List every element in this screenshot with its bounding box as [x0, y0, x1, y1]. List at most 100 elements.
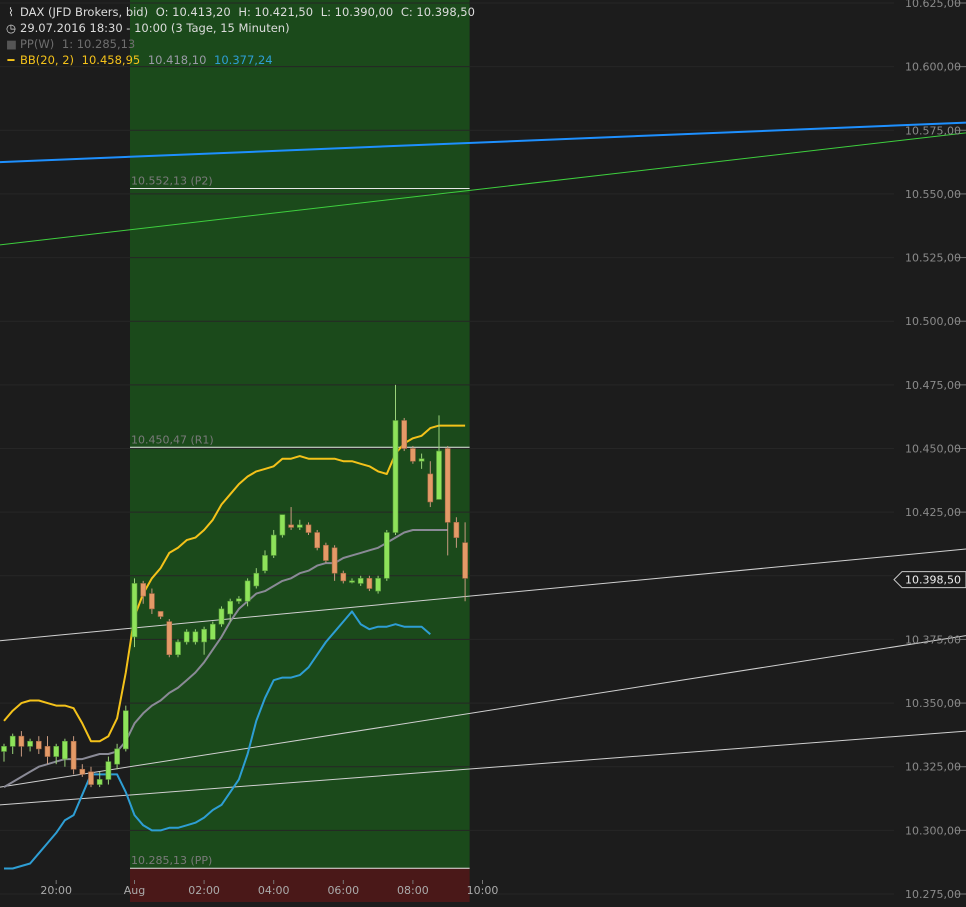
candle[interactable] — [401, 417, 408, 452]
candle-body — [462, 542, 468, 579]
candle-body — [210, 623, 216, 640]
candle-body — [418, 458, 425, 462]
clock-icon: ◷ — [6, 21, 17, 35]
candlestick-chart[interactable]: 10.552,13 (P2) 10.450,47 (R1) 10.285,13 (P… — [0, 0, 966, 902]
instrument-header: ⌇ DAX (JFD Brokers, bid) O: 10.413,20 H: … — [6, 5, 479, 19]
y-tick-label: 10.625,00 — [905, 0, 961, 10]
bollinger-mid-value: 10.418,10 — [147, 53, 207, 67]
pivot-label: 10.450,47 (R1) — [131, 433, 214, 446]
candle-body — [149, 593, 155, 610]
y-tick-label: 10.550,00 — [905, 188, 961, 201]
candle[interactable] — [366, 575, 373, 592]
pivot-label: 10.285,13 (PP) — [131, 854, 212, 867]
candle[interactable] — [314, 529, 321, 551]
candle-body — [70, 740, 77, 770]
candle-body — [183, 631, 190, 643]
x-tick-label: 20:00 — [40, 884, 72, 897]
x-tick-label: 06:00 — [327, 884, 359, 897]
candle-body — [253, 572, 260, 587]
candle-body — [357, 578, 364, 584]
high-value: H: 10.421,50 — [238, 5, 314, 19]
candle-body — [383, 532, 390, 579]
candle-body — [62, 740, 68, 760]
y-tick-label: 10.500,00 — [905, 315, 961, 328]
period-row: ◷ 29.07.2016 18:30 - 10:00 (3 Tage, 15 Mi… — [6, 21, 294, 35]
candle-body — [323, 544, 329, 561]
candle-body — [218, 608, 225, 625]
candle-body — [305, 524, 312, 533]
candle[interactable] — [383, 529, 390, 581]
bollinger-line-icon: ━ — [7, 53, 15, 67]
bollinger-upper-value: 10.458,95 — [81, 53, 141, 67]
candle[interactable] — [192, 629, 199, 645]
last-price-label: 10.398,50 — [905, 574, 961, 587]
candle[interactable] — [123, 705, 129, 752]
low-value: L: 10.390,00 — [320, 5, 394, 19]
candle-body — [453, 522, 460, 538]
y-tick-label: 10.425,00 — [905, 506, 961, 519]
candle-body — [140, 583, 146, 597]
candle-body — [88, 771, 94, 785]
candle-body — [79, 768, 86, 775]
x-tick-label: 02:00 — [188, 884, 220, 897]
candle-body — [123, 710, 129, 750]
y-tick-label: 10.300,00 — [905, 824, 961, 837]
x-tick-label: 10:00 — [467, 884, 499, 897]
x-tick-label: Aug — [124, 884, 145, 897]
x-tick-label: 08:00 — [397, 884, 429, 897]
candle-body — [18, 735, 25, 747]
candle[interactable] — [410, 445, 416, 464]
pivot-label: 10.552,13 (P2) — [131, 175, 213, 188]
candle-body — [262, 555, 268, 571]
close-value: C: 10.398,50 — [400, 5, 475, 19]
candle-body — [427, 473, 434, 503]
candle-body — [349, 580, 355, 583]
y-tick-label: 10.450,00 — [905, 443, 961, 456]
candle-body — [166, 621, 173, 656]
candle[interactable] — [323, 542, 329, 564]
candle-body — [114, 748, 120, 765]
pivot-indicator-row[interactable]: ■ PP(W) 1: 10.285,13 — [6, 37, 139, 51]
candle-body — [192, 631, 199, 643]
candle-body — [444, 448, 451, 523]
candle-body — [227, 600, 233, 615]
x-tick-label: 04:00 — [258, 884, 290, 897]
candle[interactable] — [175, 639, 181, 658]
pivot-indicator-label: PP(W) — [20, 37, 55, 51]
candle[interactable] — [218, 606, 225, 627]
candle[interactable] — [70, 736, 77, 775]
candle-body — [331, 547, 338, 574]
candle-body — [375, 578, 381, 592]
candle[interactable] — [131, 578, 138, 648]
candle[interactable] — [210, 621, 216, 640]
bollinger-indicator-row[interactable]: ━ BB(20, 2) 10.458,95 10.418,10 10.377,24 — [6, 53, 277, 67]
open-value: O: 10.413,20 — [155, 5, 231, 19]
candle-body — [401, 420, 408, 449]
candle-body — [53, 746, 60, 757]
y-tick-label: 10.600,00 — [905, 61, 961, 74]
candle-body — [131, 583, 138, 638]
candle-body — [436, 450, 442, 500]
y-tick-label: 10.275,00 — [905, 888, 961, 901]
candle-body — [35, 740, 42, 750]
y-tick-label: 10.475,00 — [905, 379, 961, 392]
candle-body — [1, 746, 7, 752]
bollinger-label: BB(20, 2) — [20, 53, 75, 67]
candle-body — [392, 420, 399, 533]
candle[interactable] — [166, 619, 173, 658]
y-tick-label: 10.375,00 — [905, 633, 961, 646]
candle-body — [410, 448, 416, 462]
pivot-toggle-icon[interactable]: ■ — [6, 37, 17, 51]
instrument-title: DAX (JFD Brokers, bid) — [20, 5, 149, 19]
candle-body — [157, 611, 164, 617]
candle-body — [105, 761, 112, 780]
candle[interactable] — [279, 514, 286, 538]
y-tick-label: 10.525,00 — [905, 252, 961, 265]
candle-body — [296, 524, 303, 528]
candle[interactable] — [375, 575, 381, 594]
candle[interactable] — [183, 629, 190, 645]
chart-area[interactable]: 10.552,13 (P2) 10.450,47 (R1) 10.285,13 (P… — [0, 0, 966, 902]
pivot-indicator-value: 1: 10.285,13 — [61, 37, 136, 51]
chart-type-icon[interactable]: ⌇ — [6, 5, 16, 19]
candle-body — [244, 580, 251, 602]
